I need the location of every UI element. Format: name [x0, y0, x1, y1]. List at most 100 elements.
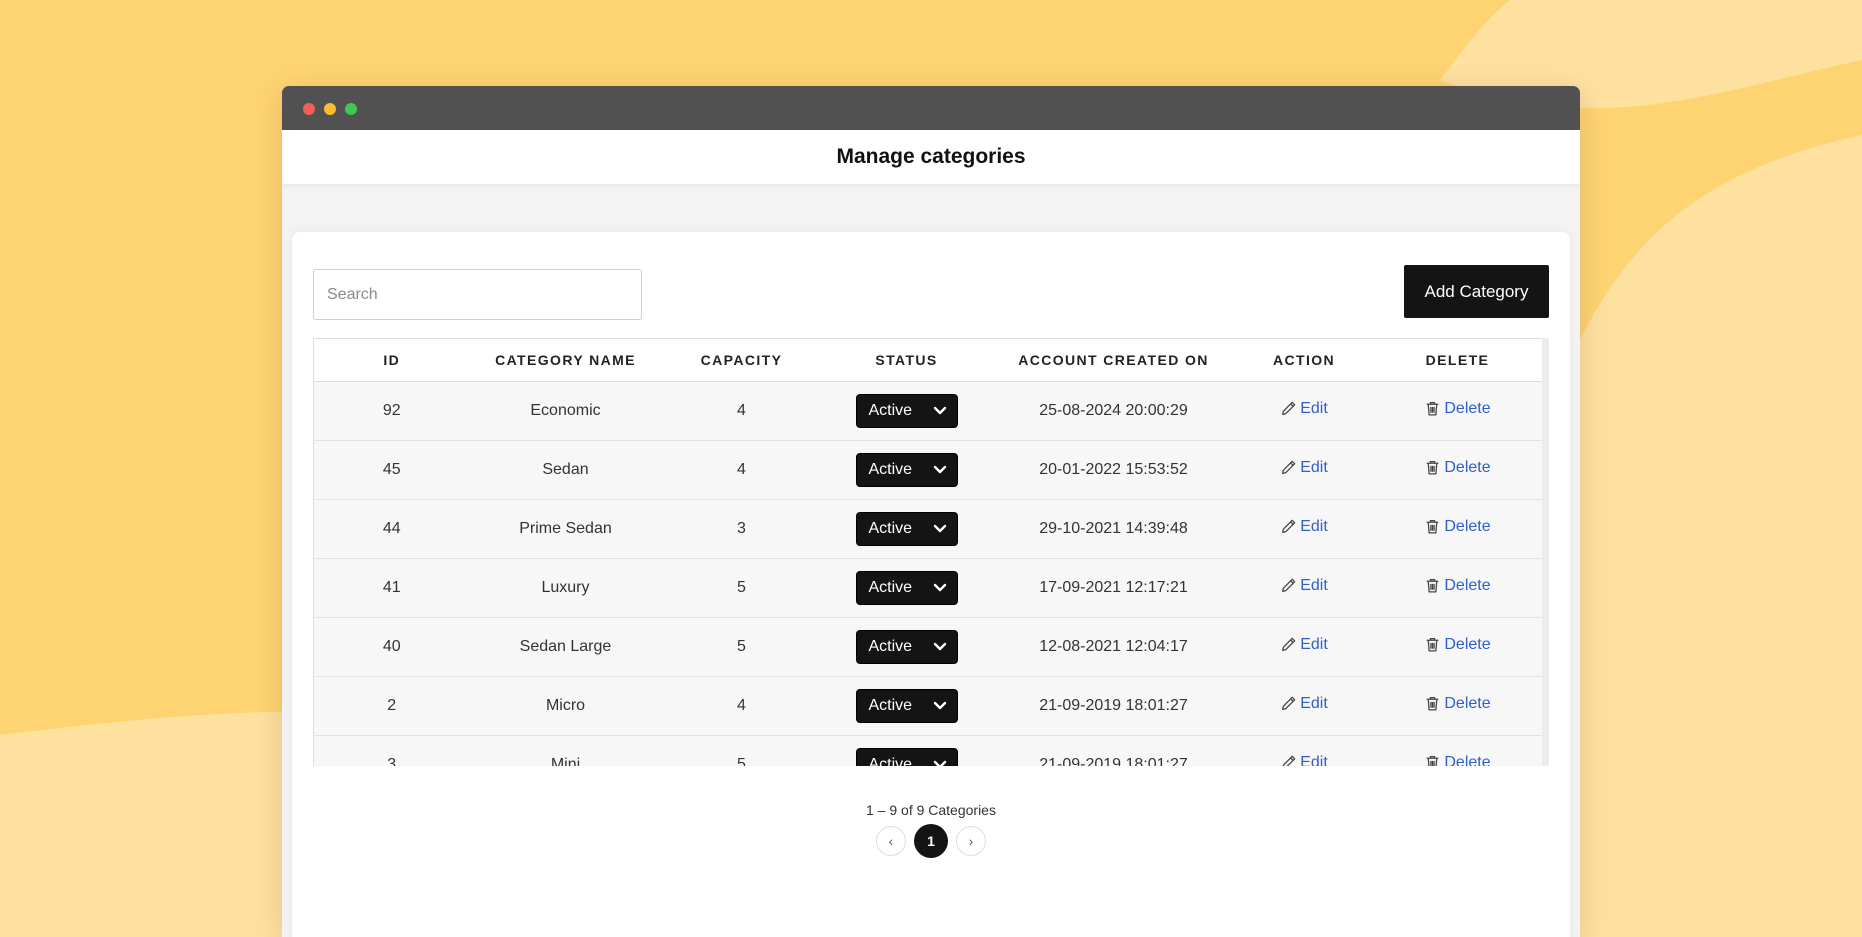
table-row: 41 Luxury 5 Active 17-09-2021 12:17:21 E… [313, 558, 1543, 618]
trash-icon [1427, 461, 1439, 475]
cell-status: Active [821, 381, 992, 441]
delete-link[interactable]: Delete [1424, 518, 1491, 536]
edit-link[interactable]: Edit [1280, 518, 1328, 536]
cell-action: Edit [1235, 735, 1373, 766]
delete-link[interactable]: Delete [1424, 694, 1491, 713]
cell-capacity: 5 [661, 735, 822, 766]
trash-icon [1427, 520, 1439, 534]
cell-created-on: 25-08-2024 20:00:29 [991, 381, 1236, 441]
edit-label: Edit [1300, 399, 1328, 417]
delete-link[interactable]: Delete [1424, 399, 1491, 418]
browser-window: Manage categories Add Category ID CATEGO… [282, 86, 1580, 937]
current-page-button[interactable]: 1 [914, 824, 948, 858]
status-dropdown[interactable]: Active [855, 689, 958, 723]
column-header-status[interactable]: STATUS [821, 338, 992, 382]
edit-link[interactable]: Edit [1280, 459, 1328, 477]
next-page-button[interactable]: › [956, 826, 986, 856]
cell-status: Active [821, 558, 992, 618]
cell-action: Edit [1235, 440, 1373, 500]
cell-delete: Delete [1372, 617, 1543, 677]
prev-page-button[interactable]: ‹ [876, 826, 906, 856]
chevron-down-icon [933, 465, 946, 474]
edit-label: Edit [1300, 694, 1328, 712]
maximize-dot-icon[interactable] [345, 103, 357, 115]
add-category-button[interactable]: Add Category [1404, 265, 1549, 318]
cell-delete: Delete [1372, 381, 1543, 441]
edit-link[interactable]: Edit [1280, 400, 1328, 418]
edit-link[interactable]: Edit [1280, 577, 1328, 595]
delete-label: Delete [1444, 694, 1491, 712]
cell-created-on: 20-01-2022 15:53:52 [991, 440, 1236, 500]
delete-link[interactable]: Delete [1424, 459, 1491, 477]
cell-id: 3 [313, 735, 470, 766]
cell-capacity: 4 [661, 676, 822, 736]
cell-id: 41 [313, 558, 470, 618]
edit-link[interactable]: Edit [1280, 636, 1328, 654]
pencil-icon [1282, 578, 1296, 593]
cell-capacity: 5 [661, 558, 822, 618]
column-header-category-name[interactable]: CATEGORY NAME [469, 338, 662, 382]
search-input[interactable] [313, 269, 642, 320]
cell-delete: Delete [1372, 558, 1543, 618]
cell-action: Edit [1235, 676, 1373, 736]
delete-link[interactable]: Delete [1424, 576, 1491, 595]
table-row: 92 Economic 4 Active 25-08-2024 20:00:29… [313, 381, 1543, 441]
cell-delete: Delete [1372, 676, 1543, 736]
cell-category-name: Economic [469, 381, 662, 441]
status-value: Active [868, 520, 913, 537]
cell-category-name: Micro [469, 676, 662, 736]
categories-card: Add Category ID CATEGORY NAME CAPACITY S… [292, 232, 1570, 937]
close-dot-icon[interactable] [303, 103, 315, 115]
cell-id: 45 [313, 440, 470, 500]
cell-created-on: 29-10-2021 14:39:48 [991, 499, 1236, 559]
cell-id: 2 [313, 676, 470, 736]
status-dropdown[interactable]: Active [855, 748, 958, 766]
column-header-id[interactable]: ID [313, 338, 470, 382]
window-titlebar [282, 86, 1580, 130]
status-value: Active [868, 697, 913, 714]
trash-icon [1427, 638, 1439, 652]
cell-action: Edit [1235, 558, 1373, 618]
cell-id: 44 [313, 499, 470, 559]
column-header-created-on[interactable]: ACCOUNT CREATED ON [991, 338, 1236, 382]
table-header-row: ID CATEGORY NAME CAPACITY STATUS ACCOUNT… [313, 338, 1543, 382]
delete-link[interactable]: Delete [1424, 636, 1491, 654]
pencil-icon [1282, 460, 1296, 475]
pencil-icon [1282, 519, 1296, 534]
status-value: Active [868, 461, 913, 478]
status-dropdown[interactable]: Active [855, 453, 958, 487]
status-value: Active [868, 756, 913, 766]
pencil-icon [1282, 696, 1296, 711]
cell-capacity: 4 [661, 440, 822, 500]
cell-created-on: 21-09-2019 18:01:27 [991, 735, 1236, 766]
categories-table-wrapper[interactable]: ID CATEGORY NAME CAPACITY STATUS ACCOUNT… [313, 338, 1549, 766]
minimize-dot-icon[interactable] [324, 103, 336, 115]
status-value: Active [868, 638, 913, 655]
chevron-down-icon [933, 583, 946, 592]
cell-status: Active [821, 735, 992, 766]
categories-table: ID CATEGORY NAME CAPACITY STATUS ACCOUNT… [313, 338, 1543, 766]
edit-link[interactable]: Edit [1280, 754, 1328, 766]
delete-link[interactable]: Delete [1424, 754, 1491, 766]
cell-status: Active [821, 499, 992, 559]
edit-link[interactable]: Edit [1280, 695, 1328, 713]
trash-icon [1427, 756, 1439, 766]
delete-label: Delete [1444, 399, 1491, 417]
status-dropdown[interactable]: Active [855, 630, 958, 664]
status-value: Active [868, 579, 913, 596]
status-dropdown[interactable]: Active [855, 512, 958, 546]
status-dropdown[interactable]: Active [855, 394, 958, 428]
delete-label: Delete [1444, 576, 1491, 594]
status-dropdown[interactable]: Active [855, 571, 958, 605]
column-header-capacity[interactable]: CAPACITY [661, 338, 822, 382]
cell-category-name: Sedan [469, 440, 662, 500]
cell-action: Edit [1235, 499, 1373, 559]
cell-created-on: 12-08-2021 12:04:17 [991, 617, 1236, 677]
pagination-summary: 1 – 9 of 9 Categories [866, 802, 996, 818]
cell-category-name: Sedan Large [469, 617, 662, 677]
chevron-down-icon [933, 524, 946, 533]
cell-id: 92 [313, 381, 470, 441]
edit-label: Edit [1300, 635, 1328, 653]
chevron-down-icon [933, 406, 946, 415]
cell-capacity: 5 [661, 617, 822, 677]
